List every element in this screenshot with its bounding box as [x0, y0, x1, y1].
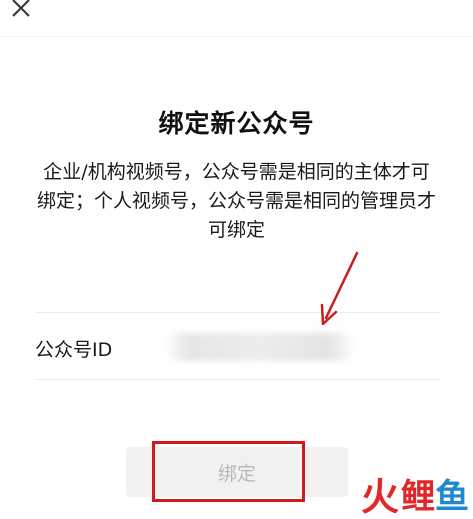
- watermark-logo: 火 鲤 鱼: [361, 477, 469, 517]
- bind-button-wrap: 绑定: [126, 447, 348, 497]
- divider: [35, 379, 440, 380]
- top-bar: [0, 0, 473, 37]
- close-button[interactable]: [8, 0, 34, 24]
- bind-requirement-text: 企业/机构视频号，公众号需是相同的主体才可绑定；个人视频号，公众号需是相同的管理…: [36, 161, 436, 241]
- official-account-id-row[interactable]: 公众号ID: [35, 313, 440, 379]
- bind-button[interactable]: 绑定: [126, 447, 348, 497]
- watermark-char: 火: [360, 475, 399, 519]
- watermark-char: 鲤: [401, 477, 435, 517]
- dialog-title: 绑定新公众号: [158, 109, 315, 138]
- watermark-char: 鱼: [435, 477, 469, 517]
- official-account-id-label: 公众号ID: [35, 339, 113, 361]
- close-icon: [12, 0, 30, 17]
- official-account-id-value-blurred: [165, 333, 355, 361]
- red-arrow-annotation: [320, 251, 359, 326]
